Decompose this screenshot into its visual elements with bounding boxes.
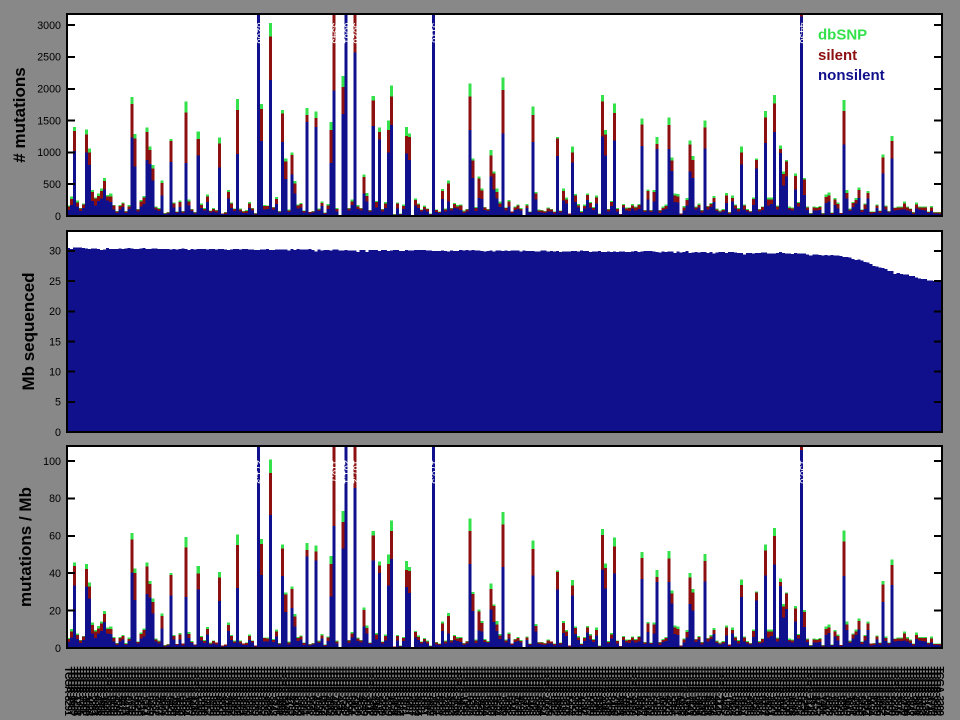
svg-text:Mb sequenced: Mb sequenced — [19, 272, 38, 390]
svg-text:20: 20 — [49, 605, 61, 617]
svg-text:271.9: 271.9 — [254, 460, 265, 484]
svg-text:167.2: 167.2 — [351, 460, 362, 484]
svg-text:4436: 4436 — [797, 23, 808, 44]
svg-text:nonsilent: nonsilent — [818, 67, 885, 84]
svg-text:15: 15 — [49, 336, 61, 348]
svg-text:20: 20 — [49, 306, 61, 318]
svg-text:5118: 5118 — [429, 23, 440, 43]
svg-text:# mutations: # mutations — [10, 67, 29, 162]
svg-text:25: 25 — [49, 276, 61, 288]
svg-text:silent: silent — [818, 47, 857, 64]
svg-text:2500: 2500 — [37, 52, 61, 64]
svg-text:10: 10 — [49, 366, 61, 378]
svg-text:100: 100 — [43, 456, 61, 468]
svg-text:0: 0 — [55, 211, 61, 223]
svg-text:500: 500 — [43, 179, 61, 191]
svg-text:40: 40 — [49, 568, 61, 580]
svg-text:1000: 1000 — [37, 147, 61, 159]
svg-text:dbSNP: dbSNP — [818, 27, 867, 44]
svg-text:5026: 5026 — [351, 23, 362, 44]
svg-text:150.0: 150.0 — [797, 460, 808, 484]
svg-text:3343: 3343 — [330, 23, 341, 44]
svg-text:0: 0 — [55, 427, 61, 439]
svg-text:mutations / Mb: mutations / Mb — [16, 487, 35, 607]
svg-text:110.7: 110.7 — [330, 460, 341, 483]
svg-text:3000: 3000 — [37, 20, 61, 32]
svg-text:30: 30 — [49, 246, 61, 258]
svg-text:0: 0 — [55, 643, 61, 655]
svg-text:80: 80 — [49, 493, 61, 505]
svg-text:1500: 1500 — [37, 115, 61, 127]
svg-text:60: 60 — [49, 531, 61, 543]
svg-text:170.5: 170.5 — [429, 460, 440, 484]
svg-text:2000: 2000 — [37, 84, 61, 96]
svg-text:TCGA-3309: TCGA-3309 — [934, 667, 945, 717]
svg-text:8206: 8206 — [254, 23, 265, 44]
svg-text:5: 5 — [55, 397, 61, 409]
